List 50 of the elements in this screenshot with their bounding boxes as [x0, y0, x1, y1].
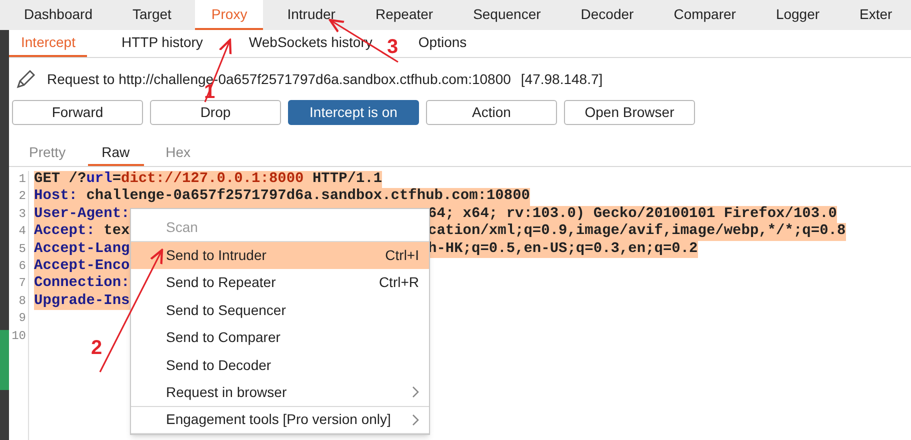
menu-item[interactable]: Send to Intruder Ctrl+I [131, 242, 429, 269]
main-tab[interactable]: Exter [844, 0, 908, 30]
sub-tab[interactable]: HTTP history [109, 30, 215, 57]
main-tab[interactable]: Repeater [359, 0, 450, 30]
menu-item[interactable]: Send to Sequencer [131, 296, 429, 324]
line-number: 7 [18, 275, 26, 292]
editor-tab[interactable]: Hex [152, 141, 204, 166]
menu-item[interactable]: Request in browser [131, 379, 429, 406]
editor-tab[interactable]: Raw [88, 141, 144, 166]
toolbar-button[interactable]: Open Browser [564, 100, 695, 125]
main-tab[interactable]: Sequencer [457, 0, 557, 30]
toolbar-button[interactable]: Action [426, 100, 557, 125]
line-number: 1 [18, 171, 26, 188]
main-tab[interactable]: Dashboard [8, 0, 108, 30]
main-tab[interactable]: Logger [760, 0, 836, 30]
line-number: 8 [18, 292, 26, 310]
line-number: 10 [12, 328, 26, 345]
line-number: 2 [18, 188, 26, 206]
main-tab[interactable]: Comparer [658, 0, 752, 30]
line-number: 3 [18, 206, 26, 223]
menu-item[interactable]: Send to Decoder [131, 352, 429, 379]
code-text: cation/xml;q=0.9,image/avif,image/webp,*/*;q=0.8 [428, 223, 846, 241]
request-address: [47.98.148.7] [520, 70, 603, 89]
toolbar-button[interactable]: Drop [150, 100, 281, 125]
toolbar-button[interactable]: Intercept is on [288, 100, 419, 125]
code-text: Connection: [34, 275, 130, 293]
main-tab[interactable]: Target [116, 0, 188, 30]
code-text: Accept-Enco [34, 258, 130, 276]
line-number: 9 [18, 310, 26, 328]
line-number: 4 [18, 223, 26, 240]
code-text: Host: challenge-0a657f2571797d6a.sandbox.ctfhub.com:10800 [34, 188, 530, 206]
menu-item[interactable]: Engagement tools [Pro version only] [131, 406, 429, 434]
main-tab[interactable]: Intruder [271, 0, 352, 30]
line-number: 6 [18, 258, 26, 276]
main-tab[interactable]: Decoder [564, 0, 650, 30]
menu-item[interactable]: Send to Repeater Ctrl+R [131, 269, 429, 296]
annotation-number: 3 [387, 36, 398, 58]
code-text: GET /?url=dict://127.0.0.1:8000 HTTP/1.1 [34, 171, 382, 188]
sub-tab[interactable]: Options [406, 30, 479, 57]
code-text: Upgrade-Ins [34, 292, 130, 310]
chevron-right-icon [412, 386, 419, 398]
line-number: 5 [18, 240, 26, 258]
toolbar-button[interactable]: Forward [12, 100, 143, 125]
window-edge-marker [0, 330, 9, 390]
menu-item[interactable]: Send to Comparer [131, 324, 429, 352]
editor-tab[interactable]: Pretty [15, 141, 80, 166]
annotation-number: 2 [91, 337, 102, 359]
code-text: h-HK;q=0.5,en-US;q=0.3,en;q=0.2 [428, 240, 698, 258]
pencil-icon [15, 68, 37, 90]
chevron-right-icon [412, 414, 419, 426]
